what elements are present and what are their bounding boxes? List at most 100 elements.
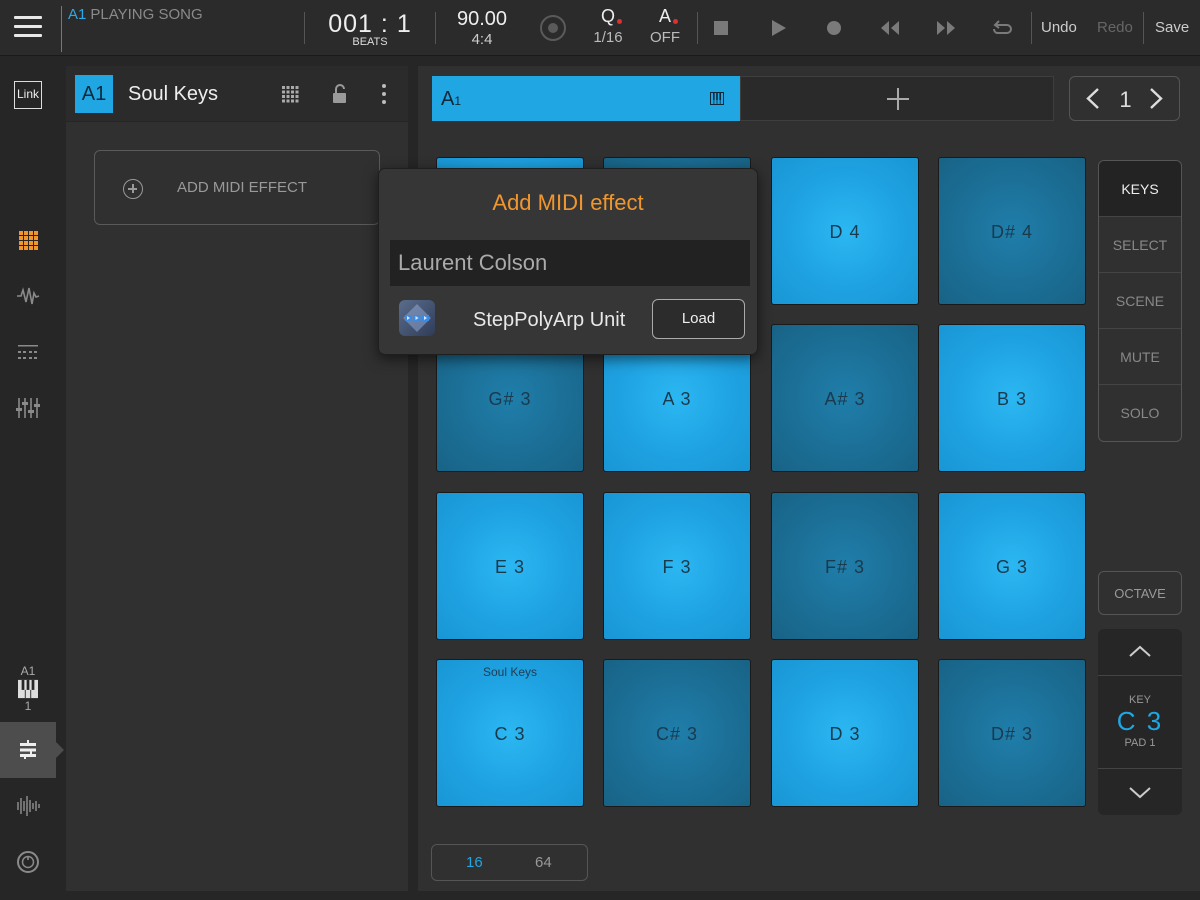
mixer-icon[interactable] <box>14 394 42 422</box>
page-selector: 1 <box>1069 76 1180 121</box>
loop-icon[interactable] <box>990 16 1014 40</box>
pads-view-icon[interactable] <box>14 226 42 254</box>
plugin-icon <box>399 300 435 336</box>
pad-note: A# 3 <box>824 389 866 409</box>
record-icon[interactable] <box>822 16 846 40</box>
redo-button[interactable]: Redo <box>1097 19 1133 36</box>
track-badge[interactable]: A1 <box>75 75 113 113</box>
play-icon[interactable] <box>766 16 790 40</box>
add-midi-effect-dialog: Add MIDI effect Laurent Colson StepPolyA… <box>378 168 758 355</box>
mode-solo-button[interactable]: SOLO <box>1099 385 1181 441</box>
pad-c3[interactable]: Soul Keys C 3 <box>436 659 584 807</box>
pad-d3[interactable]: D 3 <box>771 659 919 807</box>
quantize-label: Q <box>600 6 615 26</box>
pad-sub: Soul Keys <box>482 665 538 679</box>
divider <box>304 12 305 44</box>
pad-note: D# 4 <box>990 222 1034 242</box>
link-icon[interactable]: Link <box>14 81 42 109</box>
pad-note: C 3 <box>494 724 526 744</box>
track-indicator[interactable]: A1 1 <box>0 664 56 713</box>
undo-button[interactable]: Undo <box>1041 19 1077 36</box>
pad-d-sharp-3[interactable]: D# 3 <box>938 659 1086 807</box>
vendor-header: Laurent Colson <box>390 240 750 286</box>
sequencer-icon[interactable] <box>14 338 42 366</box>
clip-name: A <box>441 88 455 110</box>
tempo-value: 90.00 <box>456 8 508 30</box>
quantize-button[interactable]: Q 1/16 <box>586 6 630 46</box>
track-status: A1 PLAYING SONG <box>61 6 203 52</box>
fast-forward-icon[interactable] <box>934 16 958 40</box>
plugin-name: StepPolyArp Unit <box>473 309 626 331</box>
pad-label: PAD 1 <box>1124 737 1156 749</box>
divider <box>697 12 698 44</box>
add-clip-button[interactable] <box>740 76 1054 121</box>
mode-selector: KEYS SELECT SCENE MUTE SOLO <box>1098 160 1182 442</box>
instrument-name[interactable]: Soul Keys <box>128 83 218 106</box>
stop-icon[interactable] <box>709 16 733 40</box>
bank-16-option[interactable]: 16 <box>466 854 483 871</box>
key-label: KEY <box>1128 694 1151 706</box>
next-page-icon[interactable] <box>1139 77 1175 120</box>
left-rail: Link A1 1 <box>0 56 64 900</box>
divider <box>435 12 436 44</box>
status-track-id: A1 <box>68 6 87 23</box>
pad-a-sharp-3[interactable]: A# 3 <box>771 324 919 472</box>
waveform-icon[interactable] <box>14 282 42 310</box>
top-bar: A1 PLAYING SONG 001 : 1 BEATS 90.00 4:4 Q… <box>0 0 1200 56</box>
automation-button[interactable]: A OFF <box>643 6 687 46</box>
add-midi-effect-slot[interactable]: ADD MIDI EFFECT <box>94 150 380 225</box>
mode-mute-button[interactable]: MUTE <box>1099 329 1181 385</box>
rewind-icon[interactable] <box>878 16 902 40</box>
tempo-display[interactable]: 90.00 4:4 <box>446 8 518 48</box>
octave-button[interactable]: OCTAVE <box>1098 571 1182 615</box>
menu-icon[interactable] <box>14 16 42 38</box>
unlock-icon[interactable] <box>328 82 352 106</box>
pad-note: E 3 <box>494 557 526 577</box>
divider <box>1031 12 1032 44</box>
instrument-panel: A1 Soul Keys ADD MIDI EFFECT <box>66 66 408 891</box>
pad-note: A 3 <box>662 389 692 409</box>
mode-keys-button[interactable]: KEYS <box>1099 161 1181 217</box>
clip-keyboard-icon <box>710 92 724 105</box>
record-target-icon[interactable] <box>540 15 566 41</box>
pad-note: F# 3 <box>824 557 866 577</box>
more-options-icon[interactable] <box>372 82 396 106</box>
octave-up-icon[interactable] <box>1098 629 1182 675</box>
key-value: C 3 <box>1116 706 1164 736</box>
pad-b3[interactable]: B 3 <box>938 324 1086 472</box>
status-text: PLAYING SONG <box>90 6 203 23</box>
clip-tab[interactable]: A1 <box>432 76 740 121</box>
keyboard-icon <box>18 679 38 699</box>
master-knob-icon[interactable] <box>14 848 42 876</box>
sampler-waveform-icon[interactable] <box>14 792 42 820</box>
bank-64-option[interactable]: 64 <box>535 854 552 871</box>
pad-e3[interactable]: E 3 <box>436 492 584 640</box>
position-beat: 1 <box>396 10 412 38</box>
dialog-title: Add MIDI effect <box>492 190 644 215</box>
add-circle-icon <box>123 179 143 199</box>
grid-icon[interactable] <box>279 82 303 106</box>
pad-note: B 3 <box>996 389 1028 409</box>
position-display[interactable]: 001 : 1 BEATS <box>318 10 422 48</box>
mode-scene-button[interactable]: SCENE <box>1099 273 1181 329</box>
pad-note: C# 3 <box>655 724 699 744</box>
pad-c-sharp-3[interactable]: C# 3 <box>603 659 751 807</box>
pad-g3[interactable]: G 3 <box>938 492 1086 640</box>
pad-d4[interactable]: D 4 <box>771 157 919 305</box>
pad-note: G 3 <box>995 557 1028 577</box>
quantize-indicator <box>617 19 622 24</box>
save-button[interactable]: Save <box>1155 19 1189 36</box>
octave-control: KEY C 3 PAD 1 <box>1098 629 1182 815</box>
previous-page-icon[interactable] <box>1074 77 1110 120</box>
instrument-header: A1 Soul Keys <box>66 66 408 122</box>
midi-fx-tab[interactable] <box>0 722 64 778</box>
pad-d-sharp-4[interactable]: D# 4 <box>938 157 1086 305</box>
pad-f3[interactable]: F 3 <box>603 492 751 640</box>
load-button[interactable]: Load <box>652 299 745 339</box>
mode-select-button[interactable]: SELECT <box>1099 217 1181 273</box>
quantize-value: 1/16 <box>593 29 623 46</box>
pad-f-sharp-3[interactable]: F# 3 <box>771 492 919 640</box>
octave-down-icon[interactable] <box>1098 769 1182 815</box>
key-display: KEY C 3 PAD 1 <box>1098 675 1182 769</box>
automation-value: OFF <box>650 29 680 46</box>
